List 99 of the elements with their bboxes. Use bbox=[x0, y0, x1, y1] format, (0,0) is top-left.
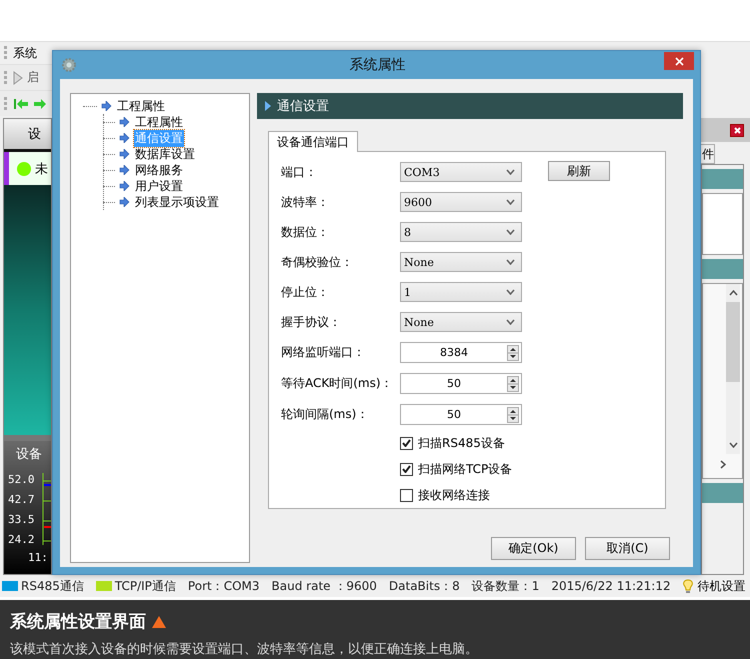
caret-icon bbox=[506, 169, 515, 175]
dropdown[interactable]: None bbox=[400, 312, 522, 332]
field-label: 波特率： bbox=[281, 194, 330, 210]
arrow-icon bbox=[119, 133, 130, 143]
caret-icon bbox=[506, 289, 515, 295]
caret-icon bbox=[506, 259, 515, 265]
field-label: 端口： bbox=[281, 164, 318, 180]
caption-text: 该模式首次接入设备的时候需要设置端口、波特率等信息，以便正确连接上电脑。 bbox=[10, 641, 479, 658]
axis-label: 42.7 bbox=[8, 493, 36, 507]
up-caret-icon bbox=[728, 290, 738, 296]
dropdown[interactable]: 8 bbox=[400, 222, 522, 242]
panel-background bbox=[702, 193, 743, 255]
tree-item[interactable]: 工程属性 bbox=[134, 114, 184, 130]
close-icon bbox=[734, 126, 740, 134]
number-field[interactable]: 50 bbox=[400, 404, 522, 425]
field-label: 握手协议： bbox=[281, 314, 342, 330]
grip-icon bbox=[4, 70, 7, 84]
axis-label: 52.0 bbox=[8, 473, 36, 487]
tree-item[interactable]: 数据库设置 bbox=[134, 146, 196, 162]
arrow-icon bbox=[119, 197, 130, 207]
dropdown[interactable]: 9600 bbox=[400, 192, 522, 212]
status-text: DataBits：8 bbox=[388, 578, 460, 594]
dropdown[interactable]: 1 bbox=[400, 282, 522, 302]
spin-arrows-icon bbox=[507, 406, 519, 422]
axis-label: 11: bbox=[27, 551, 49, 564]
checkbox[interactable] bbox=[400, 488, 413, 502]
panel-header bbox=[702, 169, 743, 189]
arrow-icon bbox=[119, 181, 130, 191]
field-label: 奇偶校验位： bbox=[281, 254, 354, 270]
check-icon bbox=[402, 465, 411, 473]
arrow-icon bbox=[119, 165, 130, 175]
column-header: 设 bbox=[4, 119, 51, 149]
refresh-button[interactable]: 刷新 bbox=[548, 161, 610, 181]
lightbulb-icon bbox=[682, 578, 693, 594]
scroll-thumb[interactable] bbox=[726, 302, 740, 382]
checkbox-label: 扫描RS485设备 bbox=[418, 434, 505, 452]
field-label: 停止位： bbox=[281, 284, 330, 300]
checkbox[interactable] bbox=[400, 462, 413, 476]
axis-drawing bbox=[42, 473, 51, 545]
axis-label: 33.5 bbox=[8, 513, 36, 527]
device-name: 未 bbox=[35, 160, 48, 178]
grip-icon bbox=[4, 96, 7, 110]
arrow-icon bbox=[119, 149, 130, 159]
checkbox[interactable] bbox=[400, 436, 413, 450]
axis-label: 24.2 bbox=[8, 533, 36, 547]
chart-title: 设备 bbox=[15, 446, 43, 464]
right-caret-icon bbox=[720, 460, 726, 469]
status-text: Baud rate ：9600 bbox=[272, 578, 377, 594]
toolbar-label[interactable]: 启 bbox=[27, 69, 39, 86]
status-text: TCP/IP通信 bbox=[114, 578, 176, 594]
field-label: 网络监听端口： bbox=[281, 344, 366, 360]
close-button[interactable] bbox=[664, 52, 694, 70]
tree-item[interactable]: 用户设置 bbox=[134, 178, 184, 194]
triangle-icon bbox=[152, 616, 166, 628]
tab[interactable]: 件 bbox=[701, 144, 715, 164]
panel-header bbox=[702, 259, 743, 279]
arrow-icon bbox=[101, 101, 112, 111]
section-title: 通信设置 bbox=[277, 98, 329, 115]
field-label: 等待ACK时间(ms)： bbox=[281, 374, 394, 392]
status-dot-icon bbox=[17, 162, 31, 176]
dropdown[interactable]: COM3 bbox=[400, 162, 522, 182]
close-icon bbox=[674, 56, 684, 66]
status-text: Port：COM3 bbox=[188, 578, 260, 594]
tab[interactable]: 设备通信端口 bbox=[268, 131, 358, 152]
panel-header bbox=[702, 483, 743, 503]
checkbox-label: 接收网络连接 bbox=[418, 486, 490, 504]
standby-menu-button[interactable]: 待机设置 bbox=[682, 578, 746, 594]
scrollbar[interactable] bbox=[726, 284, 740, 454]
field-label: 轮询间隔(ms)： bbox=[281, 406, 370, 422]
field-label: 数据位： bbox=[281, 224, 330, 240]
caret-icon bbox=[506, 319, 515, 325]
dialog-button[interactable]: 确定(Ok) bbox=[491, 537, 576, 560]
tree-item[interactable]: 列表显示项设置 bbox=[134, 194, 220, 210]
status-text: 设备数量：1 bbox=[472, 578, 540, 594]
number-field[interactable]: 50 bbox=[400, 373, 522, 394]
spin-arrows-icon bbox=[507, 376, 519, 392]
number-field[interactable]: 8384 bbox=[400, 342, 522, 363]
dialog-button[interactable]: 取消(C) bbox=[585, 537, 670, 560]
status-text: 2015/6/22 11:21:12 bbox=[551, 579, 671, 593]
window-title: 系统属性 bbox=[348, 56, 406, 74]
device-row[interactable]: 未 bbox=[4, 152, 51, 185]
close-button[interactable] bbox=[730, 124, 744, 136]
arrow-icon bbox=[119, 117, 130, 127]
dropdown[interactable]: None bbox=[400, 252, 522, 272]
menu-item[interactable]: 系统 bbox=[13, 44, 37, 62]
grip-icon bbox=[4, 46, 7, 60]
spin-arrows-icon bbox=[507, 344, 519, 360]
check-icon bbox=[402, 439, 411, 447]
checkbox-label: 扫描网络TCP设备 bbox=[418, 460, 512, 478]
status-text: RS485通信 bbox=[21, 578, 84, 594]
triangle-icon bbox=[265, 101, 271, 111]
caption-title: 系统属性设置界面 bbox=[10, 611, 146, 633]
first-arrow-icon[interactable] bbox=[13, 98, 29, 110]
gear-icon bbox=[61, 57, 77, 73]
tree-item[interactable]: 工程属性 bbox=[116, 98, 166, 114]
tree-item[interactable]: 网络服务 bbox=[134, 162, 184, 178]
down-caret-icon bbox=[728, 442, 738, 448]
caret-icon bbox=[506, 199, 515, 205]
caret-icon bbox=[506, 229, 515, 235]
